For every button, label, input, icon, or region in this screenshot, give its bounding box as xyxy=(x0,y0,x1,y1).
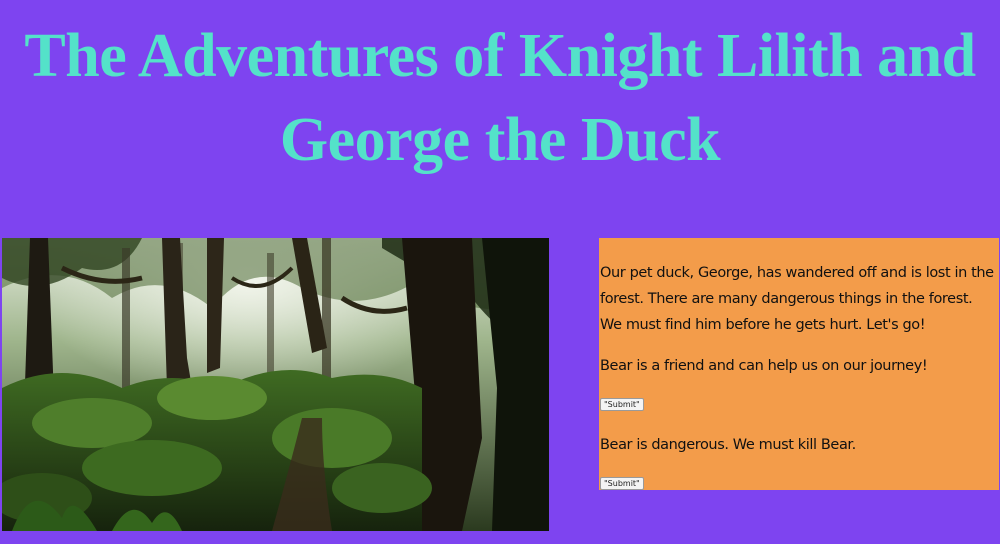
story-panel: Our pet duck, George, has wandered off a… xyxy=(599,238,999,490)
page-title: The Adventures of Knight Lilith and Geor… xyxy=(24,22,976,174)
submit-button-friend[interactable]: "Submit" xyxy=(600,398,644,411)
choice-text-dangerous: Bear is dangerous. We must kill Bear. xyxy=(600,437,856,453)
submit-button-dangerous[interactable]: "Submit" xyxy=(600,477,644,490)
forest-image xyxy=(2,238,549,531)
story-intro: Our pet duck, George, has wandered off a… xyxy=(600,265,994,333)
choice-text-friend: Bear is a friend and can help us on our … xyxy=(600,358,928,374)
page: The Adventures of Knight Lilith and Geor… xyxy=(0,0,1000,544)
